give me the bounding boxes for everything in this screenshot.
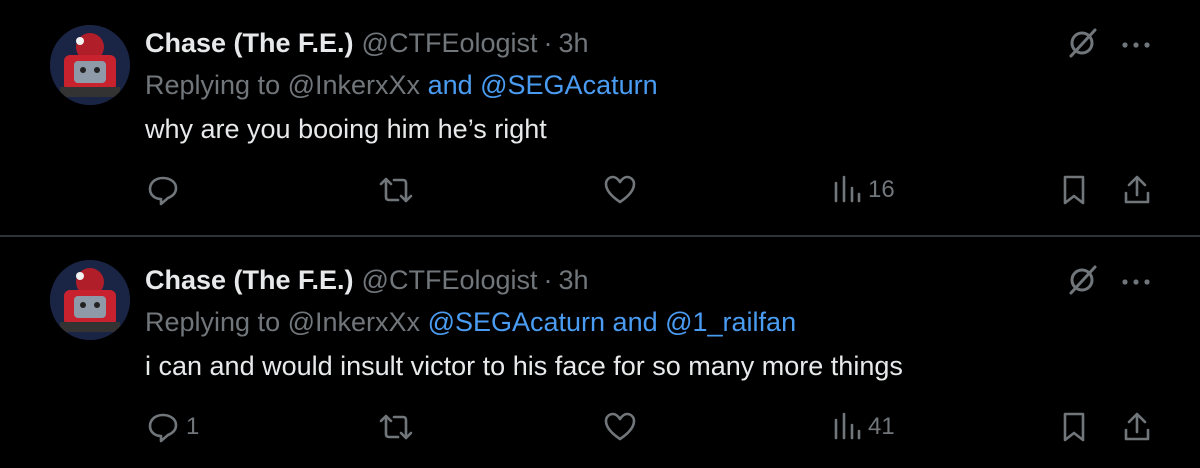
views-icon [832,173,862,207]
more-icon[interactable] [1120,274,1152,292]
retweet-button[interactable] [376,172,422,208]
views-icon [832,410,862,444]
reply-icon [146,410,180,444]
more-icon[interactable] [1120,37,1152,55]
tweet-header: Chase (The F.E.) @CTFEologist · 3h [145,265,589,297]
replying-to-mentions[interactable]: @SEGAcaturn and @1_railfan [428,307,797,337]
reply-feed: Chase (The F.E.) @CTFEologist · 3h Reply… [0,0,1200,468]
retweet-button[interactable] [376,409,422,445]
reply-count: 1 [186,413,200,440]
bookmark-icon [1060,173,1088,207]
share-icon [1121,173,1153,207]
replying-to-mentions[interactable]: and @SEGAcaturn [428,70,658,100]
tweet[interactable]: Chase (The F.E.) @CTFEologist · 3h Reply… [0,237,1200,468]
user-handle[interactable]: @CTFEologist [362,28,538,59]
retweet-icon [376,410,416,444]
reply-button[interactable]: 1 [146,409,199,445]
share-icon [1121,410,1153,444]
like-icon [602,410,638,444]
grok-icon[interactable] [1066,263,1100,302]
view-count: 16 [868,176,895,203]
tweet-header: Chase (The F.E.) @CTFEologist · 3h [145,28,589,60]
like-icon [602,173,638,207]
timestamp[interactable]: 3h [559,265,589,296]
bookmark-icon [1060,410,1088,444]
like-button[interactable] [602,409,644,445]
avatar[interactable] [50,260,130,340]
replying-to-user[interactable]: @InkerxXx [288,307,420,337]
share-button[interactable] [1121,172,1153,208]
views-button[interactable]: 16 [832,172,895,208]
replying-to-line: Replying to @InkerxXx and @SEGAcaturn [145,70,658,101]
view-count: 41 [868,413,895,440]
replying-to-label: Replying to [145,307,281,337]
tweet-top-actions [1066,26,1152,65]
share-button[interactable] [1121,409,1153,445]
grok-icon[interactable] [1066,26,1100,65]
replying-to-user[interactable]: @InkerxXx [288,70,420,100]
replying-to-line: Replying to @InkerxXx @SEGAcaturn and @1… [145,307,796,338]
tweet-text: why are you booing him he’s right [145,114,547,144]
tweet-top-actions [1066,263,1152,302]
separator-dot: · [543,28,553,58]
timestamp[interactable]: 3h [559,28,589,59]
retweet-icon [376,173,416,207]
display-name[interactable]: Chase (The F.E.) [145,28,354,59]
avatar[interactable] [50,25,130,105]
display-name[interactable]: Chase (The F.E.) [145,265,354,296]
tweet[interactable]: Chase (The F.E.) @CTFEologist · 3h Reply… [0,0,1200,237]
user-handle[interactable]: @CTFEologist [362,265,538,296]
bookmark-button[interactable] [1060,409,1088,445]
replying-to-label: Replying to [145,70,281,100]
reply-icon [146,173,180,207]
reply-button[interactable] [146,172,186,208]
views-button[interactable]: 41 [832,409,895,445]
tweet-text: i can and would insult victor to his fac… [145,351,903,381]
like-button[interactable] [602,172,644,208]
bookmark-button[interactable] [1060,172,1088,208]
separator-dot: · [543,265,553,295]
